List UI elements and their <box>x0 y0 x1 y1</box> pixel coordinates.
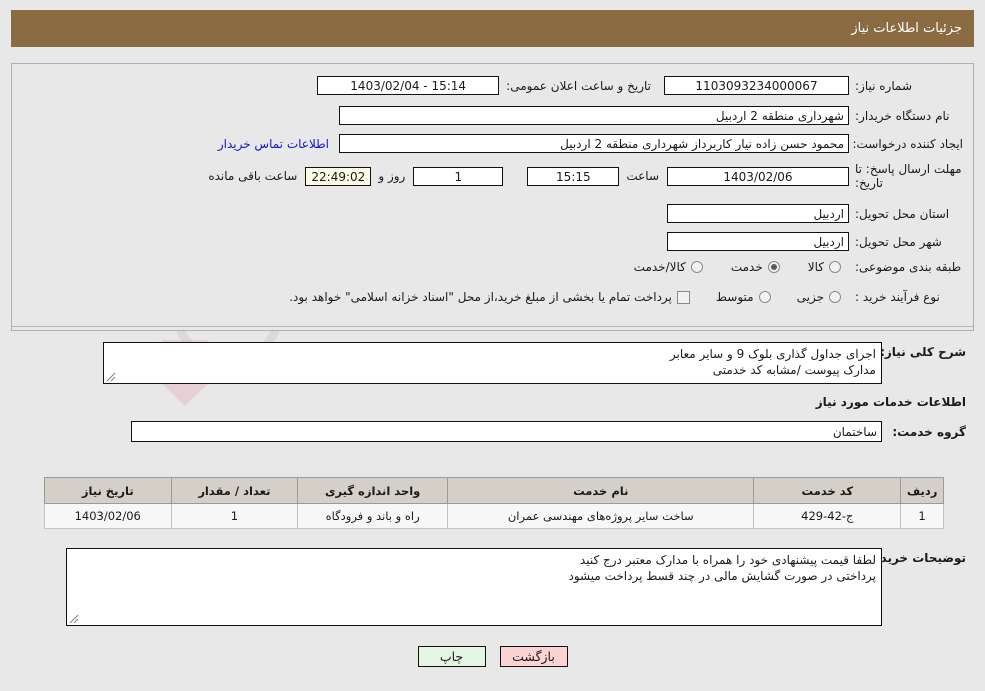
resize-grip-icon[interactable] <box>69 614 79 624</box>
deadline-time-value: 15:15 <box>527 166 620 186</box>
province-row: استان محل تحویل: اردبیل <box>667 204 963 223</box>
category-option-kala-khedmat-label: کالا/خدمت <box>633 260 686 274</box>
radio-jozei[interactable] <box>829 291 841 303</box>
payment-note-option[interactable]: پرداخت تمام یا بخشی از مبلغ خرید،از محل … <box>289 290 690 304</box>
buyer-org-value: شهرداری منطقه 2 اردبیل <box>339 106 849 125</box>
buyer-notes-label: توضیحات خریدار: <box>864 551 966 565</box>
back-button[interactable]: بازگشت <box>499 646 568 667</box>
buyer-notes-section: توضیحات خریدار: لطفا قیمت پیشنهادی خود ر… <box>11 548 974 626</box>
days-remaining-value: 1 <box>413 166 504 186</box>
city-row: شهر محل تحویل: اردبیل <box>667 232 963 251</box>
process-option-jozei[interactable]: جزیی <box>797 290 841 304</box>
city-value: اردبیل <box>667 232 849 251</box>
services-section-title: اطلاعات خدمات مورد نیاز <box>815 395 966 409</box>
buyer-org-row: نام دستگاه خریدار: شهرداری منطقه 2 اردبی… <box>339 106 963 125</box>
requester-row: ایجاد کننده درخواست: محمود حسن زاده نیار… <box>218 134 963 153</box>
page-header: جزئیات اطلاعات نیاز <box>11 10 974 47</box>
category-option-kala[interactable]: کالا <box>808 260 841 274</box>
page-title: جزئیات اطلاعات نیاز <box>851 21 962 36</box>
cell-date: 1403/02/06 <box>44 503 172 529</box>
radio-kala-khedmat[interactable] <box>690 261 703 273</box>
buyer-org-label: نام دستگاه خریدار: <box>855 108 950 123</box>
col-quantity: تعداد / مقدار <box>170 477 299 504</box>
process-option-jozei-label: جزیی <box>796 290 824 304</box>
table-row: 1 ج-42-429 ساخت سایر پروژه‌های مهندسی عم… <box>44 503 944 529</box>
col-code: کد خدمت <box>753 477 902 504</box>
cell-radif: 1 <box>900 503 944 529</box>
summary-label: شرح کلی نیاز: <box>880 345 966 359</box>
deadline-label: مهلت ارسال پاسخ: تا تاریخ: <box>855 162 962 190</box>
province-value: اردبیل <box>667 204 849 223</box>
cell-quantity: 1 <box>170 503 299 529</box>
category-label: طبقه بندی موضوعی: <box>855 260 962 274</box>
province-label: استان محل تحویل: <box>855 206 950 221</box>
summary-section: شرح کلی نیاز: اجرای جداول گذاری بلوک 9 و… <box>11 342 974 384</box>
requester-value: محمود حسن زاده نیار کاربرداز شهرداری منط… <box>339 134 849 153</box>
category-option-kala-label: کالا <box>807 260 824 274</box>
services-table: ردیف کد خدمت نام خدمت واحد اندازه گیری ت… <box>44 477 944 529</box>
cell-name: ساخت سایر پروژه‌های مهندسی عمران <box>447 503 755 529</box>
cell-unit: راه و باند و فرودگاه <box>297 503 449 529</box>
section-divider <box>12 326 973 327</box>
requester-label: ایجاد کننده درخواست: <box>852 136 963 151</box>
need-number-value: 1103093234000067 <box>664 76 849 95</box>
service-group-value: ساختمان <box>131 421 882 442</box>
need-details-panel: شماره نیاز: 1103093234000067 تاریخ و ساع… <box>11 63 974 331</box>
category-option-khedmat-label: خدمت <box>730 260 763 274</box>
days-label: روز و <box>378 169 406 183</box>
services-table-wrapper: ردیف کد خدمت نام خدمت واحد اندازه گیری ت… <box>44 477 944 529</box>
announce-label: تاریخ و ساعت اعلان عمومی: <box>506 78 651 93</box>
deadline-row: مهلت ارسال پاسخ: تا تاریخ: 1403/02/06 سا… <box>208 162 963 190</box>
checkbox-treasury-payment[interactable] <box>676 290 690 304</box>
process-option-motevaset-label: متوسط <box>715 290 754 304</box>
summary-line-1: اجرای جداول گذاری بلوک 9 و سایر معابر <box>669 347 876 361</box>
need-number-label: شماره نیاز: <box>855 78 912 93</box>
action-buttons: بازگشت چاپ <box>0 646 985 667</box>
radio-motevaset[interactable] <box>758 291 771 303</box>
buyer-notes-textarea[interactable]: لطفا قیمت پیشنهادی خود را همراه با مدارک… <box>66 548 882 626</box>
deadline-date-value: 1403/02/06 <box>667 166 849 186</box>
process-row: نوع فرآیند خرید : جزیی متوسط پرداخت تمام… <box>289 290 963 304</box>
col-unit: واحد اندازه گیری <box>297 477 449 504</box>
time-label: ساعت <box>626 169 659 183</box>
payment-note-text: پرداخت تمام یا بخشی از مبلغ خرید،از محل … <box>289 290 672 304</box>
table-header-row: ردیف کد خدمت نام خدمت واحد اندازه گیری ت… <box>44 477 944 504</box>
service-group-row: گروه خدمت: ساختمان <box>11 421 974 442</box>
announce-value: 15:14 - 1403/02/04 <box>317 76 500 95</box>
hours-left-label: ساعت باقی مانده <box>208 169 298 183</box>
buyer-notes-line-2: پرداختی در صورت گشایش مالی در چند قسط پر… <box>568 569 876 583</box>
print-button[interactable]: چاپ <box>417 646 486 667</box>
countdown-timer: 22:49:02 <box>305 166 372 186</box>
summary-line-2: مدارک پیوست /مشابه کد خدمتی <box>712 363 876 377</box>
category-option-kala-khedmat[interactable]: کالا/خدمت <box>634 260 703 274</box>
radio-kala[interactable] <box>829 261 841 273</box>
col-radif: ردیف <box>900 477 944 504</box>
need-number-row: شماره نیاز: 1103093234000067 <box>664 76 963 95</box>
resize-grip-icon[interactable] <box>106 372 116 382</box>
col-name: نام خدمت <box>447 477 755 504</box>
summary-textarea[interactable]: اجرای جداول گذاری بلوک 9 و سایر معابر مد… <box>103 342 882 384</box>
city-label: شهر محل تحویل: <box>855 234 942 249</box>
buyer-notes-line-1: لطفا قیمت پیشنهادی خود را همراه با مدارک… <box>579 553 876 567</box>
col-date: تاریخ نیاز <box>44 477 172 504</box>
general-info-section: شماره نیاز: 1103093234000067 تاریخ و ساع… <box>12 64 973 330</box>
cell-code: ج-42-429 <box>753 503 902 529</box>
process-label: نوع فرآیند خرید : <box>855 290 940 304</box>
services-section: اطلاعات خدمات مورد نیاز گروه خدمت: ساختم… <box>11 395 974 442</box>
radio-khedmat[interactable] <box>767 261 780 273</box>
buyer-contact-link[interactable]: اطلاعات تماس خریدار <box>218 137 329 151</box>
category-row: طبقه بندی موضوعی: کالا خدمت کالا/خدمت <box>634 260 963 274</box>
announce-row: تاریخ و ساعت اعلان عمومی: 15:14 - 1403/0… <box>317 76 651 95</box>
process-option-motevaset[interactable]: متوسط <box>716 290 771 304</box>
service-group-label: گروه خدمت: <box>892 424 966 439</box>
category-option-khedmat[interactable]: خدمت <box>731 260 780 274</box>
